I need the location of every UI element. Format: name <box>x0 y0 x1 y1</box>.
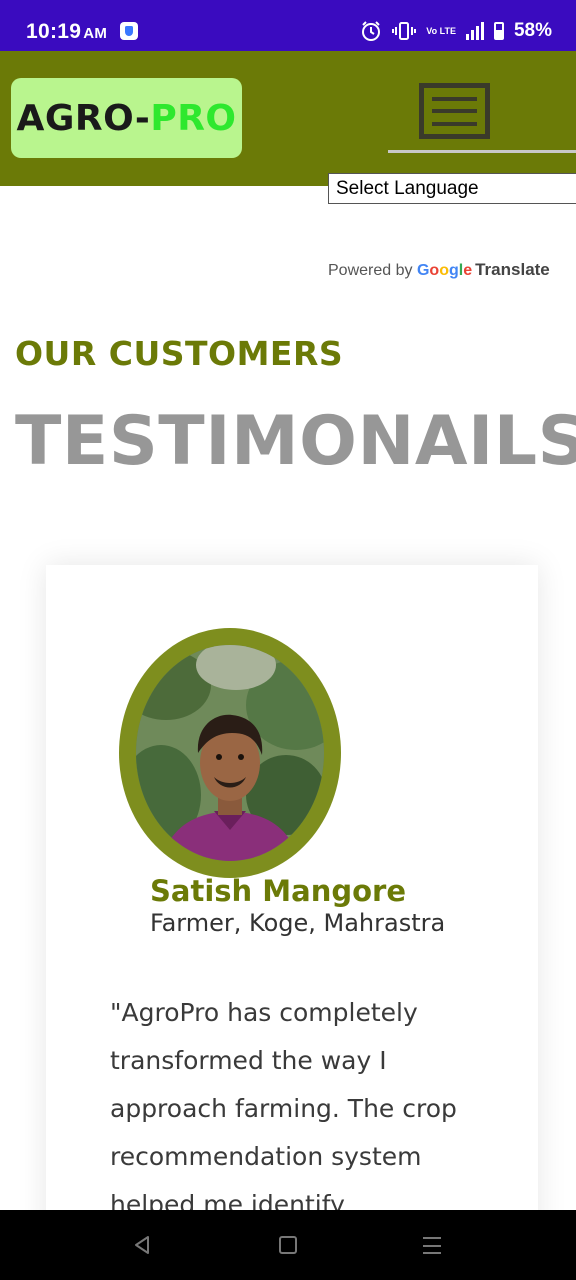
status-icons: Vo LTE 58% <box>360 20 552 42</box>
section-eyebrow: OUR CUSTOMERS <box>15 334 344 373</box>
header-divider <box>388 150 576 153</box>
hamburger-menu-icon[interactable] <box>419 83 490 139</box>
powered-by-label: Powered by <box>328 262 413 279</box>
logo-text-pro: PRO <box>150 97 237 139</box>
battery-icon <box>493 22 504 40</box>
language-select[interactable]: Select Language <box>328 173 576 204</box>
customer-name: Satish Mangore <box>150 874 406 908</box>
recents-icon[interactable] <box>423 1237 441 1254</box>
customer-photo <box>136 645 324 861</box>
avatar-frame <box>119 628 341 878</box>
logo-text: AGRO-PRO <box>16 98 236 139</box>
shield-app-icon <box>120 22 138 40</box>
translate-label: Translate <box>475 260 550 279</box>
status-time-value: 10:19 <box>26 20 82 43</box>
android-nav-bar <box>0 1210 576 1280</box>
avatar <box>136 645 324 861</box>
vibrate-icon <box>392 22 417 40</box>
signal-strength-icon <box>465 22 484 40</box>
volte-label: Vo LTE <box>426 25 456 36</box>
customer-role: Farmer, Koge, Mahrastra <box>150 909 446 937</box>
status-time-ampm: AM <box>83 25 108 42</box>
battery-percent: 58% <box>513 20 552 41</box>
site-logo[interactable]: AGRO-PRO <box>11 78 242 158</box>
testimonial-card: Satish Mangore Farmer, Koge, Mahrastra "… <box>46 565 538 1265</box>
powered-by-google-translate[interactable]: Powered by Google Translate <box>328 260 550 280</box>
section-title: TESTIMONAILS <box>15 402 576 481</box>
logo-text-agro: AGRO- <box>16 97 151 139</box>
status-time: 10:19 AM <box>26 20 107 44</box>
site-header: AGRO-PRO <box>0 51 576 186</box>
home-icon[interactable] <box>279 1236 297 1254</box>
google-logo: Google <box>416 262 473 279</box>
back-icon[interactable] <box>132 1235 152 1255</box>
status-bar: 10:19 AM Vo LTE 58% <box>0 0 576 51</box>
testimonial-quote: "AgroPro has completely transformed the … <box>110 998 457 1219</box>
alarm-icon <box>362 21 381 41</box>
